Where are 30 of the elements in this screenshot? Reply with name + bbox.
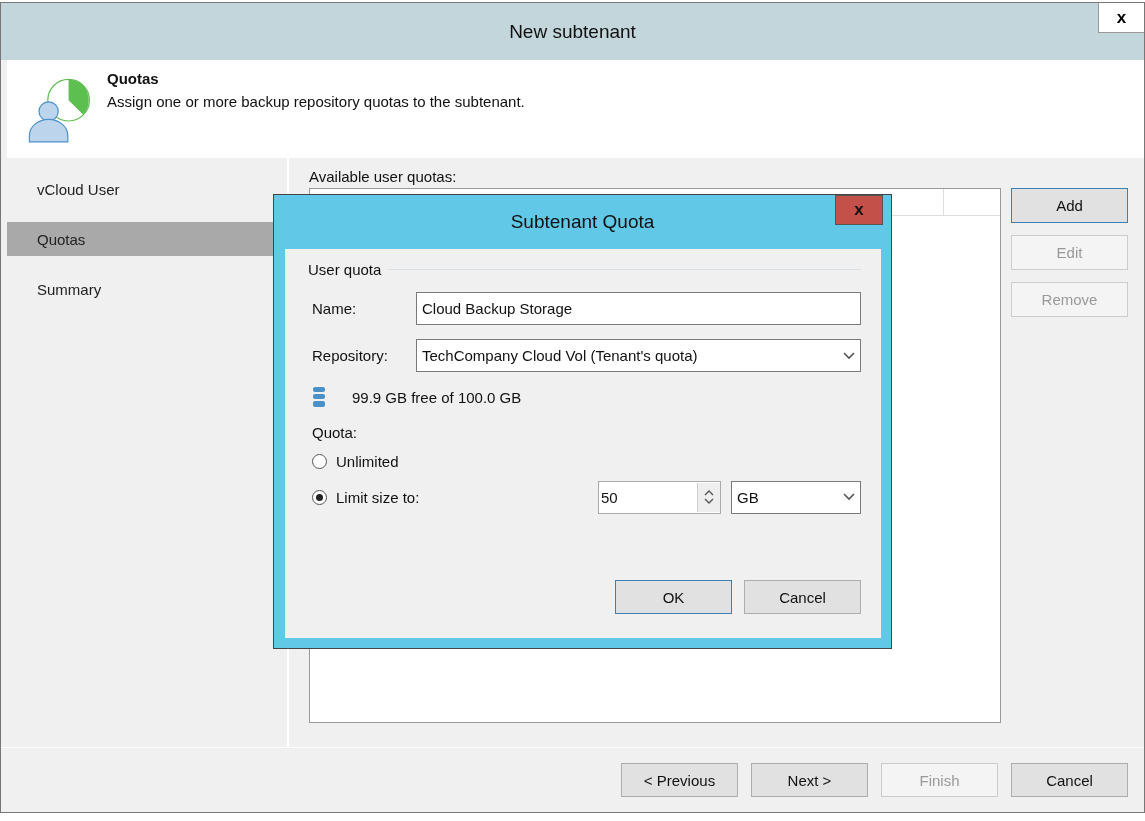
radio-icon[interactable] — [312, 489, 327, 505]
database-icon — [312, 386, 326, 408]
radio-option[interactable]: Limit size to: — [312, 488, 420, 506]
dialog-title: Subtenant Quota — [510, 211, 655, 233]
close-button[interactable]: x — [1098, 3, 1144, 33]
step-title: Quotas — [107, 70, 160, 87]
wizard-button[interactable]: Next > — [751, 763, 868, 797]
dialog-button[interactable]: OK — [615, 580, 732, 614]
radio-option[interactable]: Unlimited — [312, 452, 399, 470]
step-item[interactable]: vCloud User — [7, 172, 287, 206]
field-label: Name: — [311, 300, 358, 317]
wizard-button[interactable]: Cancel — [1011, 763, 1128, 797]
caret-icon[interactable] — [843, 351, 855, 360]
unit-dropdown[interactable]: GB — [731, 480, 861, 514]
size-spinner[interactable]: 50 — [598, 480, 721, 514]
wizard-button[interactable]: < Previous — [621, 763, 738, 797]
list-label: Available user quotas: — [309, 168, 458, 185]
free-space-text: 99.9 GB free of 100.0 GB — [352, 388, 522, 406]
repository-dropdown[interactable]: TechCompany Cloud Vol (Tenant's quota) — [416, 339, 861, 372]
field-label: Repository: — [311, 347, 389, 364]
quota-label: Quota: — [311, 424, 359, 441]
dialog-button[interactable]: Cancel — [744, 580, 861, 614]
caret-icon[interactable] — [843, 493, 855, 501]
step-description: Assign one or more backup repository quotas to the subtenant. — [107, 93, 525, 110]
window-title: New subtenant — [509, 20, 636, 43]
close-button[interactable]: x — [835, 195, 883, 225]
group-label: User quota — [308, 261, 382, 278]
radio-icon[interactable] — [312, 453, 327, 469]
action-button[interactable]: Add — [1011, 188, 1128, 223]
name-field[interactable]: Cloud Backup Storage — [416, 292, 861, 325]
